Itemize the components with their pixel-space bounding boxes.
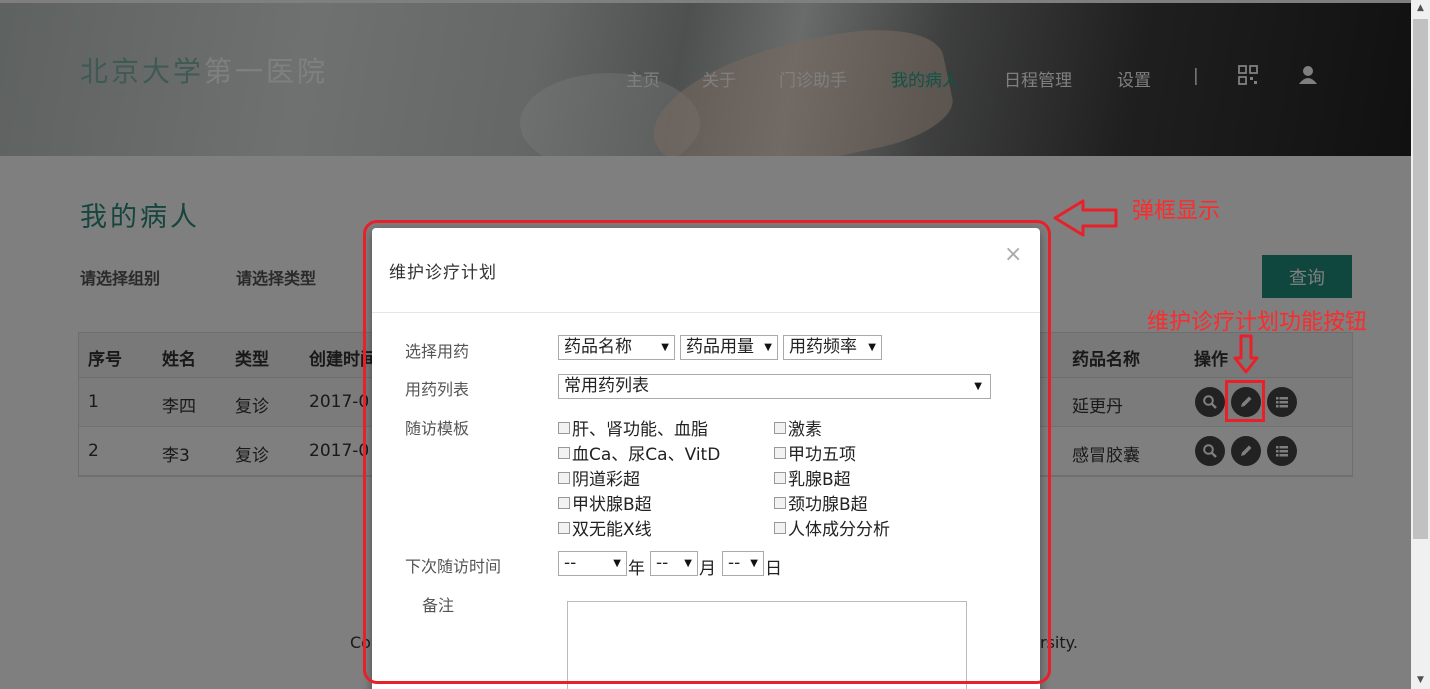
scroll-up-icon[interactable]: ▲: [1411, 0, 1430, 17]
page: 北京大学第一医院 主页 关于 门诊助手 我的病人 日程管理 设置 | 我的病人 …: [0, 0, 1411, 689]
scrollbar-thumb[interactable]: [1413, 19, 1428, 539]
popup-highlight-frame: [363, 220, 1051, 684]
button-highlight-frame: [1225, 380, 1265, 422]
popup-annotation: 弹框显示: [1132, 199, 1221, 224]
button-annotation: 维护诊疗计划功能按钮: [1147, 310, 1368, 335]
arrow-down-icon: [1233, 334, 1259, 374]
arrow-left-icon: [1053, 199, 1118, 237]
scroll-down-icon[interactable]: ▼: [1411, 672, 1430, 689]
vertical-scrollbar[interactable]: ▲ ▼: [1411, 0, 1430, 689]
